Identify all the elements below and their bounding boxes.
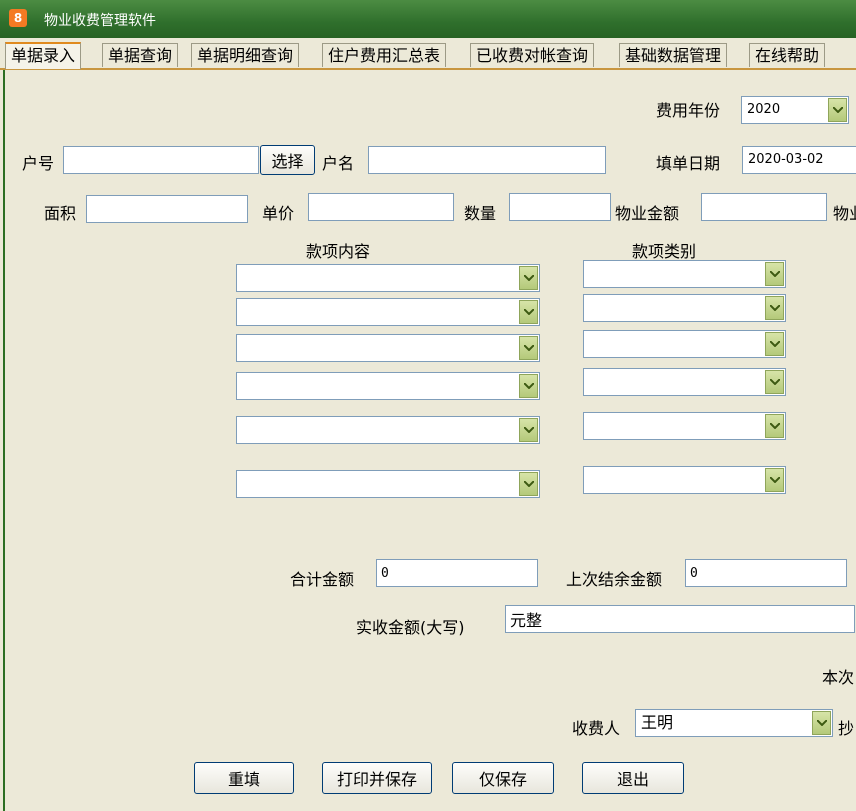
tab-bill-query[interactable]: 单据查询 <box>102 43 179 67</box>
chevron-down-icon[interactable] <box>519 336 538 360</box>
tab-bill-detail-query[interactable]: 单据明细查询 <box>191 43 300 67</box>
fill-date-label: 填单日期 <box>656 154 721 173</box>
item-category-header: 款项类别 <box>632 242 697 261</box>
chevron-down-icon[interactable] <box>765 468 784 492</box>
household-no-input[interactable] <box>63 146 259 174</box>
item-category-combo-1[interactable] <box>583 260 786 288</box>
fee-year-label: 费用年份 <box>656 101 721 120</box>
area-label: 面积 <box>44 204 77 223</box>
item-content-combo-1[interactable] <box>236 264 540 292</box>
this-time-cut-label: 本次 <box>822 668 855 687</box>
total-amount-input[interactable] <box>376 559 538 587</box>
reset-button[interactable]: 重填 <box>194 762 294 794</box>
last-balance-input[interactable] <box>685 559 847 587</box>
title-bar: 8 物业收费管理软件 <box>0 0 856 38</box>
tab-basic-data[interactable]: 基础数据管理 <box>619 43 728 67</box>
app-icon: 8 <box>9 9 27 27</box>
tab-online-help[interactable]: 在线帮助 <box>749 43 826 67</box>
item-content-combo-4[interactable] <box>236 372 540 400</box>
property-amount-input[interactable] <box>701 193 827 221</box>
chevron-down-icon[interactable] <box>519 300 538 324</box>
household-name-label: 户名 <box>322 154 355 173</box>
select-button[interactable]: 选择 <box>260 145 315 175</box>
chevron-down-icon[interactable] <box>765 262 784 286</box>
area-input[interactable] <box>86 195 248 223</box>
chevron-down-icon[interactable] <box>519 374 538 398</box>
total-amount-label: 合计金额 <box>290 570 355 589</box>
chevron-down-icon[interactable] <box>519 472 538 496</box>
copy-cut-label: 抄 <box>838 719 855 738</box>
property-amount-label: 物业金额 <box>615 204 680 223</box>
tab-strip: 单据录入 单据查询 单据明细查询 住户费用汇总表 已收费对帐查询 基础数据管理 … <box>0 38 856 70</box>
exit-button[interactable]: 退出 <box>582 762 684 794</box>
property-fee-cut-label: 物业 <box>833 204 856 223</box>
item-content-header: 款项内容 <box>306 242 371 261</box>
household-no-label: 户号 <box>22 154 55 173</box>
print-and-save-button[interactable]: 打印并保存 <box>322 762 432 794</box>
item-category-combo-3[interactable] <box>583 330 786 358</box>
unit-price-input[interactable] <box>308 193 454 221</box>
quantity-input[interactable] <box>509 193 611 221</box>
item-category-combo-6[interactable] <box>583 466 786 494</box>
fee-year-combo[interactable]: 2020 <box>741 96 849 124</box>
item-content-combo-3[interactable] <box>236 334 540 362</box>
item-category-combo-2[interactable] <box>583 294 786 322</box>
collector-label: 收费人 <box>572 719 621 738</box>
tab-paid-reconcile[interactable]: 已收费对帐查询 <box>470 43 595 67</box>
collector-value: 王明 <box>641 713 674 732</box>
tab-bill-entry[interactable]: 单据录入 <box>5 42 82 69</box>
chevron-down-icon[interactable] <box>519 418 538 442</box>
fill-date-picker[interactable]: 2020-03-02 <box>742 146 856 174</box>
fill-date-value: 2020-03-02 <box>748 152 824 167</box>
fee-year-value: 2020 <box>747 102 781 117</box>
chevron-down-icon[interactable] <box>765 296 784 320</box>
collector-combo[interactable]: 王明 <box>635 709 833 737</box>
chevron-down-icon[interactable] <box>765 414 784 438</box>
window-title: 物业收费管理软件 <box>44 13 156 29</box>
household-name-input[interactable] <box>368 146 606 174</box>
unit-price-label: 单价 <box>262 204 295 223</box>
chevron-down-icon[interactable] <box>812 711 831 735</box>
chevron-down-icon[interactable] <box>765 370 784 394</box>
chevron-down-icon[interactable] <box>765 332 784 356</box>
last-balance-label: 上次结余金额 <box>566 570 663 589</box>
save-only-button[interactable]: 仅保存 <box>452 762 554 794</box>
item-content-combo-6[interactable] <box>236 470 540 498</box>
item-content-combo-2[interactable] <box>236 298 540 326</box>
quantity-label: 数量 <box>464 204 497 223</box>
tab-household-summary[interactable]: 住户费用汇总表 <box>322 43 447 67</box>
actual-amount-label: 实收金额(大写) <box>356 618 465 637</box>
chevron-down-icon[interactable] <box>828 98 847 122</box>
item-category-combo-5[interactable] <box>583 412 786 440</box>
item-content-combo-5[interactable] <box>236 416 540 444</box>
chevron-down-icon[interactable] <box>519 266 538 290</box>
item-category-combo-4[interactable] <box>583 368 786 396</box>
actual-amount-input[interactable] <box>505 605 855 633</box>
